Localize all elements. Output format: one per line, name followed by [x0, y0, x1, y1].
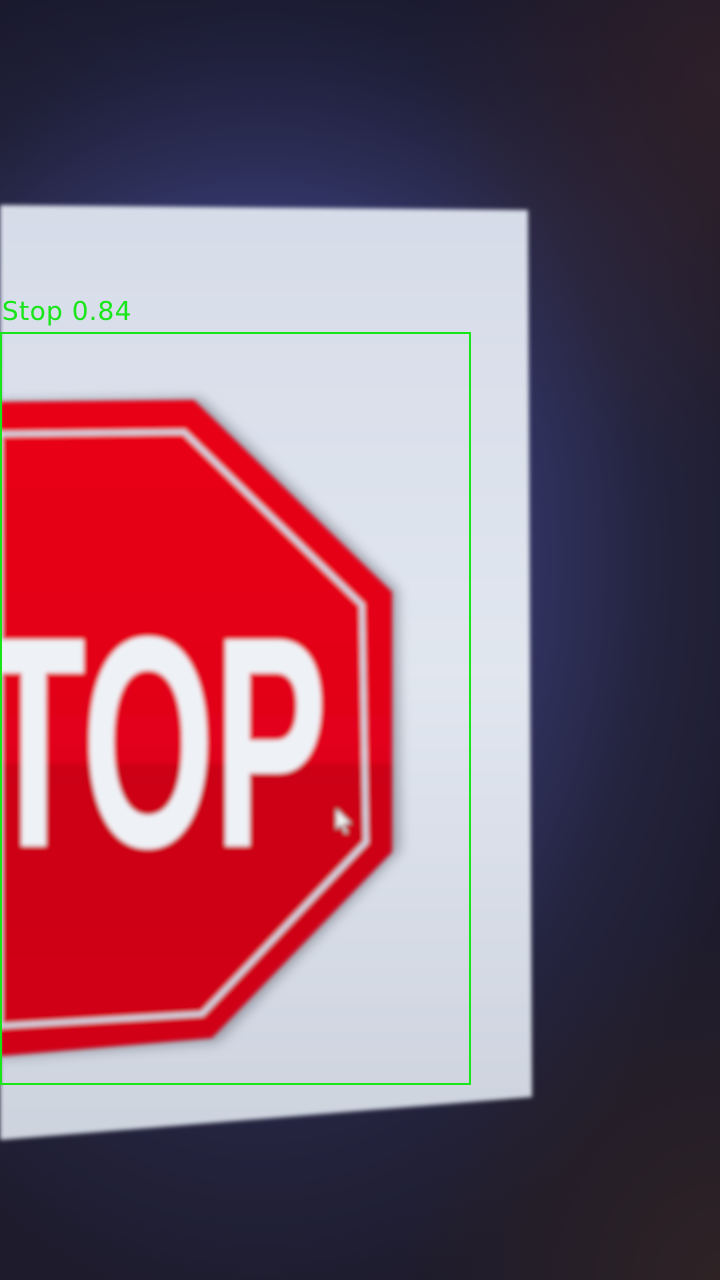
detection-bounding-box — [0, 332, 471, 1085]
detection-label: Stop 0.84 — [2, 296, 132, 328]
detection-confidence: 0.84 — [71, 297, 132, 327]
detection-class: Stop — [2, 297, 64, 327]
photo-scene: TOP Stop 0.84 — [0, 0, 720, 1280]
